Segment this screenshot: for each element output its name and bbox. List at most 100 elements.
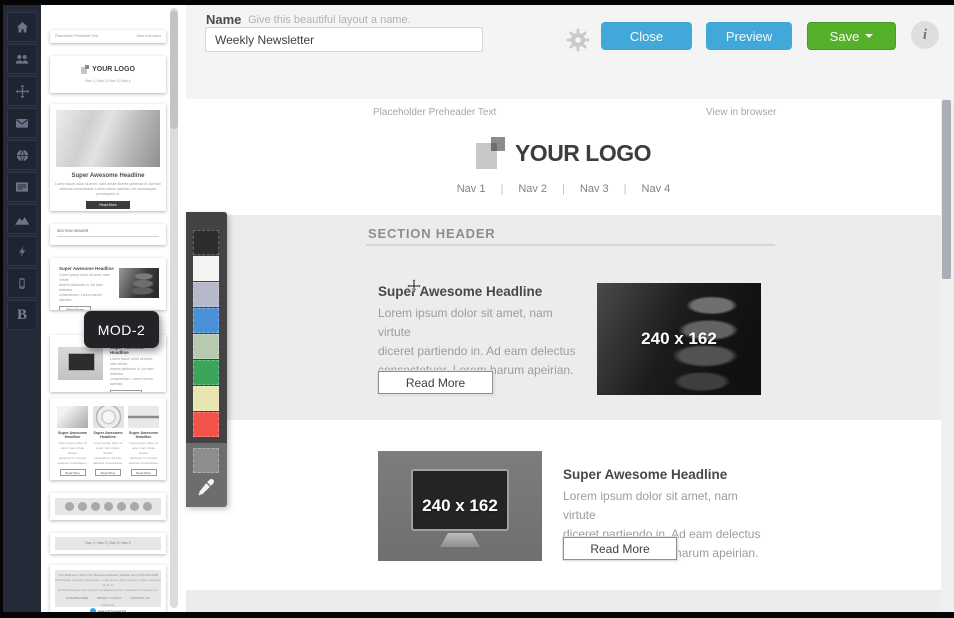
thumb-preheader-module[interactable]: Placeholder Preheader Text View in brows… [50, 30, 166, 43]
thumb-mod1-readmore: Read More [59, 306, 91, 310]
thumb-logo-nav: Nav 1 | Nav 2 | Nav 3 | Nav 4 [50, 79, 166, 84]
social-icon [78, 502, 87, 511]
bold-text-icon[interactable]: B [7, 300, 37, 330]
thumb-hero-line2: delectus consectetuer. Lorem harum apeir… [50, 187, 166, 197]
bold-glyph: B [17, 307, 27, 324]
module1-body-line: diceret partiendo in. Ad eam delectus [378, 342, 588, 361]
thumb-mod1-line1: Lorem ipsum dolor sit amet, nam virtute [59, 273, 114, 283]
module2-image[interactable]: 240 x 162 [378, 451, 542, 561]
thumb-mod2-line3: consectetuer. Lorem harum apeirian. [110, 377, 160, 387]
mod2-tooltip: MOD-2 [84, 311, 159, 348]
module-thumbnail-panel: Placeholder Preheader Text View in brows… [41, 5, 186, 612]
module2-readmore-button[interactable]: Read More [563, 537, 677, 560]
social-icon [130, 502, 139, 511]
thumb-logo-text: YOUR LOGO [92, 66, 135, 73]
thumb-3col-module[interactable]: Super AwesomeHeadline Lorem ipsum dolor … [50, 398, 166, 480]
thumb-nav-module[interactable]: Nav 1 | Nav 2 | Nav 3 | Nav 4 [50, 533, 166, 554]
color-swatch-cream[interactable] [193, 386, 219, 411]
color-palette [186, 212, 227, 507]
thumb-social-module[interactable] [50, 493, 166, 520]
color-swatch-red[interactable] [193, 412, 219, 437]
thumb-footer-line3: animal habemus sea. Ut euismod adipiscin… [55, 588, 161, 593]
view-in-browser-link[interactable]: View in browser [706, 107, 776, 118]
color-swatch-lavender[interactable] [193, 282, 219, 307]
email-nav-link[interactable]: Nav 2 [518, 183, 547, 195]
users-icon[interactable] [7, 44, 37, 74]
email-section-1[interactable]: SECTION HEADER Super Awesome Headline Lo… [186, 215, 941, 420]
mobile-icon[interactable] [7, 268, 37, 298]
thumb-3col-readmore-1: Read More [60, 469, 86, 476]
thumb-footer-module[interactable]: Your Business | 1234 Your Business Addre… [50, 565, 166, 612]
thumb-mod1-image [119, 268, 159, 298]
thumb-section-header-module[interactable]: SECTION HEADER [50, 224, 166, 245]
icon-rail: B [3, 5, 41, 612]
section-header-title[interactable]: SECTION HEADER [368, 226, 496, 241]
thumb-hero-module[interactable]: Super Awesome Headline Lorem ipsum dolor… [50, 104, 166, 211]
thumb-preheader-left: Placeholder Preheader Text [55, 34, 98, 39]
move-icon[interactable] [7, 76, 37, 106]
thumb-hero-headline: Super Awesome Headline [50, 173, 166, 179]
email-nav-link[interactable]: Nav 3 [580, 183, 609, 195]
thumb-mod1-line2: diceret partiendo in. Ad eam delectus [59, 283, 114, 293]
thumb-section-rule [57, 236, 159, 237]
thumb-footer-contact: CONTACT US [131, 596, 150, 601]
color-swatch-black[interactable] [193, 230, 219, 255]
eyedropper-icon[interactable] [196, 477, 216, 497]
chevron-down-icon [865, 34, 873, 38]
email-section-2[interactable]: 240 x 162 Super Awesome Headline Lorem i… [186, 420, 941, 590]
module2-headline[interactable]: Super Awesome Headline [563, 467, 727, 482]
thumb-mod1-line3: consectetuer. Lorem harum apeirian. [59, 293, 114, 303]
social-icon [104, 502, 113, 511]
save-button[interactable]: Save [807, 22, 896, 50]
module1-body[interactable]: Lorem ipsum dolor sit amet, nam virtute … [378, 304, 588, 380]
social-icon [91, 502, 100, 511]
email-canvas: Placeholder Preheader Text View in brows… [186, 99, 954, 612]
module1-headline[interactable]: Super Awesome Headline [378, 284, 542, 299]
color-swatch-gray[interactable] [193, 448, 219, 473]
thumb-footer-brand-icon [90, 608, 96, 612]
thumb-3col-image-3 [128, 406, 159, 428]
thumb-section-title: SECTION HEADER [57, 229, 88, 234]
preview-button[interactable]: Preview [706, 22, 792, 50]
email-logo-row[interactable]: YOUR LOGO [186, 137, 941, 169]
home-icon[interactable] [7, 12, 37, 42]
email-nav-link[interactable]: Nav 4 [642, 183, 671, 195]
topbar: Name Give this beautiful layout a name. … [186, 5, 954, 99]
color-swatch-white[interactable] [193, 256, 219, 281]
module1-readmore-button[interactable]: Read More [378, 371, 493, 394]
email-nav-link[interactable]: Nav 1 [457, 183, 486, 195]
thumb-footer-unsubscribe: UNSUBSCRIBE [66, 596, 88, 601]
bolt-icon[interactable] [7, 236, 37, 266]
thumb-footer-privacy: PRIVACY POLICY [97, 596, 122, 601]
info-button[interactable]: i [911, 21, 939, 49]
color-swatch-sage[interactable] [193, 334, 219, 359]
newsletter-icon[interactable] [7, 172, 37, 202]
mail-icon[interactable] [7, 108, 37, 138]
email-section-3[interactable] [186, 590, 941, 612]
thumb-3col-image-1 [57, 406, 88, 428]
thumb-mod1-module[interactable]: Super Awesome Headline Lorem ipsum dolor… [50, 258, 166, 310]
gear-icon[interactable] [566, 28, 590, 52]
color-swatch-blue[interactable] [193, 308, 219, 333]
social-icon [117, 502, 126, 511]
thumb-logo-mark [81, 65, 89, 74]
color-swatch-green[interactable] [193, 360, 219, 385]
email-header-section[interactable]: Placeholder Preheader Text View in brows… [186, 99, 941, 215]
chart-icon[interactable] [7, 204, 37, 234]
thumb-mod2-image [58, 347, 103, 380]
thumb-footer-brand: WHATCOUNTS [98, 609, 127, 613]
thumbnail-panel-scrollbar-thumb[interactable] [170, 11, 178, 129]
module1-image[interactable]: 240 x 162 [597, 283, 761, 395]
close-button[interactable]: Close [601, 22, 692, 50]
save-label: Save [830, 29, 860, 44]
thumb-mod2-readmore: Read More [110, 390, 142, 392]
globe-icon[interactable] [7, 140, 37, 170]
thumbnail-panel-scrollbar[interactable] [170, 8, 178, 608]
email-preheader-text[interactable]: Placeholder Preheader Text [373, 107, 496, 118]
thumb-logo-module[interactable]: YOUR LOGO Nav 1 | Nav 2 | Nav 3 | Nav 4 [50, 56, 166, 93]
social-icon [65, 502, 74, 511]
canvas-scrollbar-thumb[interactable] [942, 100, 951, 279]
thumb-mod2-line2: diceret partiendo in. Ad eam delectus [110, 367, 160, 377]
layout-name-input[interactable] [205, 27, 483, 52]
thumb-3col-readmore-2: Read More [95, 469, 121, 476]
